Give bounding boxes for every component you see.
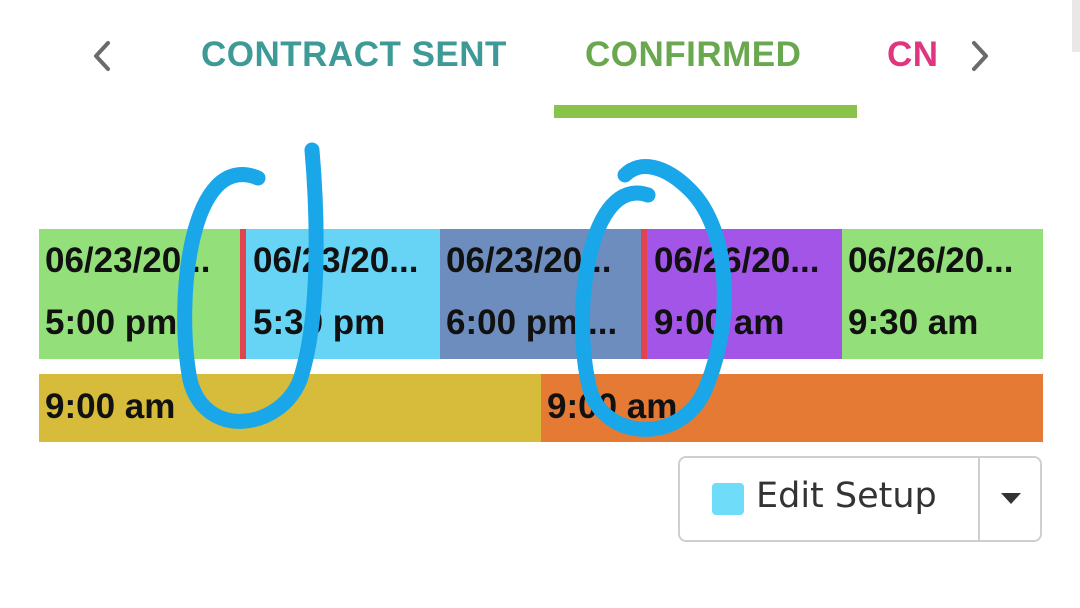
schedule-slot[interactable]: 06/23/20... 6:00 pm ... xyxy=(440,229,641,359)
slot-date: 06/23/20... xyxy=(446,241,612,280)
status-tab-bar: CONTRACT SENT CONFIRMED CN xyxy=(0,0,1080,120)
schedule-blocks-row: 9:00 am 9:00 am xyxy=(39,374,1043,442)
slot-date: 06/23/20... xyxy=(253,241,419,280)
edit-setup-button[interactable]: Edit Setup xyxy=(680,458,978,540)
schedule-slot[interactable]: 06/26/20... 9:30 am xyxy=(842,229,1043,359)
slot-time: 9:30 am xyxy=(848,303,979,342)
chevron-left-icon[interactable] xyxy=(84,38,120,74)
caret-down-icon[interactable] xyxy=(980,458,1042,540)
color-swatch xyxy=(712,483,744,515)
tab-cn[interactable]: CN xyxy=(887,30,943,80)
chevron-right-icon[interactable] xyxy=(962,38,998,74)
edit-setup-button-group: Edit Setup xyxy=(678,456,1042,542)
schedule-slot[interactable]: 06/26/20... 9:00 am xyxy=(641,229,842,359)
schedule-block[interactable]: 9:00 am xyxy=(541,374,1043,442)
active-tab-indicator xyxy=(554,105,857,118)
slot-date: 06/26/20... xyxy=(848,241,1014,280)
block-time: 9:00 am xyxy=(45,387,176,426)
block-time: 9:00 am xyxy=(547,387,678,426)
slot-marker xyxy=(641,229,647,359)
schedule-slot[interactable]: 06/23/20... 5:30 pm xyxy=(240,229,440,359)
slot-date: 06/23/20... xyxy=(45,241,211,280)
slot-time: 9:00 am xyxy=(654,303,785,342)
edit-setup-label: Edit Setup xyxy=(756,476,937,516)
tab-confirmed[interactable]: CONFIRMED xyxy=(585,30,801,80)
slot-marker xyxy=(240,229,246,359)
tab-contract-sent[interactable]: CONTRACT SENT xyxy=(201,30,507,80)
slot-date: 06/26/20... xyxy=(654,241,820,280)
schedule-block[interactable]: 9:00 am xyxy=(39,374,541,442)
slot-time: 5:00 pm xyxy=(45,303,178,342)
schedule-slot[interactable]: 06/23/20... 5:00 pm xyxy=(39,229,240,359)
slot-time: 5:30 pm xyxy=(253,303,386,342)
schedule-slots-row: 06/23/20... 5:00 pm 06/23/20... 5:30 pm … xyxy=(39,229,1043,359)
slot-time: 6:00 pm ... xyxy=(446,303,618,342)
